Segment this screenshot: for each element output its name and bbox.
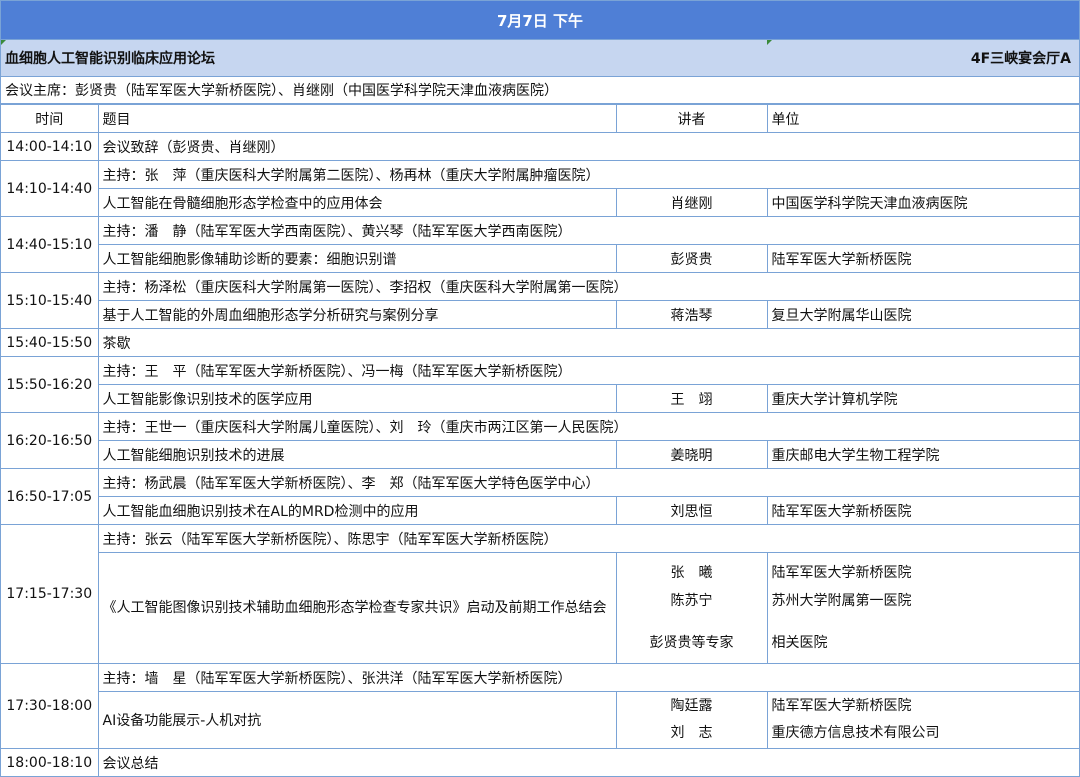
- unit-name: 相关医院: [771, 635, 828, 651]
- host-cell: 主持：王 平（陆军军医大学新桥医院）、冯一梅（陆军军医大学新桥医院）: [97, 356, 1079, 385]
- host-cell: 主持：潘 静（陆军军医大学西南医院）、黄兴琴（陆军军医大学西南医院）: [97, 216, 1079, 245]
- time-cell: 15:40-15:50: [1, 328, 99, 357]
- speaker-cell: 张 曦 陈苏宁 彭贤贵等专家: [615, 552, 768, 664]
- host-cell: 主持：王世一（重庆医科大学附属儿童医院）、刘 玲（重庆市两江区第一人民医院）: [97, 412, 1079, 441]
- col-header-speaker: 讲者: [615, 104, 768, 133]
- topic-cell: 会议致辞（彭贤贵、肖继刚）: [97, 132, 1079, 161]
- table-row: AI设备功能展示-人机对抗 陶廷露 刘 志 陆军军医大学新桥医院 重庆德方信息技…: [1, 691, 1079, 749]
- forum-location: 4F三峡宴会厅A: [970, 51, 1071, 67]
- topic-cell: 基于人工智能的外周血细胞形态学分析研究与案例分享: [98, 300, 617, 329]
- speaker-cell: 王 翊: [615, 384, 768, 413]
- host-cell: 主持：张 萍（重庆医科大学附属第二医院）、杨再林（重庆大学附属肿瘤医院）: [97, 160, 1079, 189]
- table-row: 17:30-18:00 主持：墙 星（陆军军医大学新桥医院）、张洪洋（陆军军医大…: [1, 663, 1079, 749]
- table-row: 人工智能在骨髓细胞形态学检查中的应用体会 肖继刚 中国医学科学院天津血液病医院: [1, 188, 1079, 217]
- time-cell: 14:10-14:40: [1, 160, 99, 217]
- chairs-line: 会议主席：彭贤贵（陆军军医大学新桥医院）、肖继刚（中国医学科学院天津血液病医院）: [1, 77, 1079, 104]
- host-cell: 主持：杨武晨（陆军军医大学新桥医院）、李 郑（陆军军医大学特色医学中心）: [97, 468, 1079, 497]
- unit-name: 苏州大学附属第一医院: [771, 593, 912, 609]
- topic-cell: 人工智能细胞影像辅助诊断的要素：细胞识别谱: [98, 244, 617, 273]
- unit-cell: 陆军军医大学新桥医院 苏州大学附属第一医院 相关医院: [766, 552, 1079, 664]
- table-row: 14:40-15:10 主持：潘 静（陆军军医大学西南医院）、黄兴琴（陆军军医大…: [1, 216, 1079, 273]
- time-cell: 14:40-15:10: [1, 216, 99, 273]
- unit-cell: 陆军军医大学新桥医院 重庆德方信息技术有限公司: [766, 691, 1079, 749]
- time-cell: 16:50-17:05: [1, 468, 99, 525]
- table-row: 14:00-14:10 会议致辞（彭贤贵、肖继刚）: [1, 132, 1079, 161]
- forum-header: 血细胞人工智能识别临床应用论坛 4F三峡宴会厅A: [1, 40, 1079, 77]
- host-cell: 主持：张云（陆军军医大学新桥医院）、陈思宇（陆军军医大学新桥医院）: [97, 524, 1079, 553]
- topic-cell: 《人工智能图像识别技术辅助血细胞形态学检查专家共识》启动及前期工作总结会: [98, 552, 617, 664]
- schedule-page: 7月7日 下午 血细胞人工智能识别临床应用论坛 4F三峡宴会厅A 会议主席：彭贤…: [0, 0, 1080, 777]
- table-row: 人工智能细胞影像辅助诊断的要素：细胞识别谱 彭贤贵 陆军军医大学新桥医院: [1, 244, 1079, 273]
- table-row: 人工智能影像识别技术的医学应用 王 翊 重庆大学计算机学院: [1, 384, 1079, 413]
- host-cell: 主持：杨泽松（重庆医科大学附属第一医院）、李招权（重庆医科大学附属第一医院）: [97, 272, 1079, 301]
- time-cell: 17:15-17:30: [1, 524, 99, 664]
- unit-name: 陆军军医大学新桥医院: [771, 698, 912, 714]
- table-row: 17:15-17:30 主持：张云（陆军军医大学新桥医院）、陈思宇（陆军军医大学…: [1, 524, 1079, 664]
- unit-name: 重庆德方信息技术有限公司: [771, 725, 940, 741]
- speaker-name: 彭贤贵等专家: [649, 635, 734, 651]
- table-row: 人工智能细胞识别技术的进展 姜晓明 重庆邮电大学生物工程学院: [1, 440, 1079, 469]
- speaker-cell: 蒋浩琴: [615, 300, 768, 329]
- table-row: 16:50-17:05 主持：杨武晨（陆军军医大学新桥医院）、李 郑（陆军军医大…: [1, 468, 1079, 525]
- host-cell: 主持：墙 星（陆军军医大学新桥医院）、张洪洋（陆军军医大学新桥医院）: [97, 663, 1079, 692]
- unit-cell: 中国医学科学院天津血液病医院: [766, 188, 1079, 217]
- time-cell: 18:00-18:10: [1, 748, 99, 776]
- topic-cell: 会议总结: [97, 748, 1079, 776]
- col-header-topic: 题目: [97, 104, 617, 133]
- unit-cell: 重庆大学计算机学院: [766, 384, 1079, 413]
- table-row: 14:10-14:40 主持：张 萍（重庆医科大学附属第二医院）、杨再林（重庆大…: [1, 160, 1079, 217]
- table-row: 15:40-15:50 茶歇: [1, 328, 1079, 357]
- speaker-cell: 姜晓明: [615, 440, 768, 469]
- topic-cell: AI设备功能展示-人机对抗: [98, 691, 617, 749]
- schedule-table: 时间 题目 讲者 单位 14:00-14:10 会议致辞（彭贤贵、肖继刚） 14…: [1, 104, 1079, 776]
- unit-cell: 陆军军医大学新桥医院: [766, 244, 1079, 273]
- time-cell: 17:30-18:00: [1, 663, 99, 749]
- time-cell: 15:50-16:20: [1, 356, 99, 413]
- speaker-name: 陈苏宁: [670, 593, 713, 609]
- table-row: 《人工智能图像识别技术辅助血细胞形态学检查专家共识》启动及前期工作总结会 张 曦…: [1, 552, 1079, 664]
- table-row: 18:00-18:10 会议总结: [1, 748, 1079, 776]
- col-header-time: 时间: [1, 104, 99, 133]
- speaker-cell: 刘思恒: [615, 496, 768, 525]
- table-row: 15:10-15:40 主持：杨泽松（重庆医科大学附属第一医院）、李招权（重庆医…: [1, 272, 1079, 329]
- chairs-text: 会议主席：彭贤贵（陆军军医大学新桥医院）、肖继刚（中国医学科学院天津血液病医院）: [5, 83, 558, 99]
- unit-name: 陆军军医大学新桥医院: [771, 565, 912, 581]
- unit-cell: 重庆邮电大学生物工程学院: [766, 440, 1079, 469]
- col-header-unit: 单位: [766, 104, 1079, 133]
- speaker-name: 张 曦: [670, 565, 713, 581]
- forum-title: 血细胞人工智能识别临床应用论坛: [5, 51, 215, 67]
- speaker-cell: 彭贤贵: [615, 244, 768, 273]
- corner-marker-icon: [1, 40, 6, 45]
- topic-cell: 人工智能影像识别技术的医学应用: [98, 384, 617, 413]
- unit-cell: 复旦大学附属华山医院: [766, 300, 1079, 329]
- table-header-row: 时间 题目 讲者 单位: [1, 104, 1079, 133]
- speaker-cell: 肖继刚: [615, 188, 768, 217]
- topic-cell: 人工智能细胞识别技术的进展: [98, 440, 617, 469]
- table-row: 人工智能血细胞识别技术在AL的MRD检测中的应用 刘思恒 陆军军医大学新桥医院: [1, 496, 1079, 525]
- date-header: 7月7日 下午: [1, 1, 1079, 40]
- speaker-name: 刘 志: [670, 725, 713, 741]
- table-row: 15:50-16:20 主持：王 平（陆军军医大学新桥医院）、冯一梅（陆军军医大…: [1, 356, 1079, 413]
- table-row: 基于人工智能的外周血细胞形态学分析研究与案例分享 蒋浩琴 复旦大学附属华山医院: [1, 300, 1079, 329]
- date-label: 7月7日 下午: [496, 11, 584, 30]
- speaker-name: 陶廷露: [670, 698, 713, 714]
- time-cell: 16:20-16:50: [1, 412, 99, 469]
- unit-cell: 陆军军医大学新桥医院: [766, 496, 1079, 525]
- speaker-cell: 陶廷露 刘 志: [615, 691, 768, 749]
- topic-cell: 人工智能血细胞识别技术在AL的MRD检测中的应用: [98, 496, 617, 525]
- topic-cell: 茶歇: [97, 328, 1079, 357]
- corner-marker-icon: [767, 40, 772, 45]
- time-cell: 15:10-15:40: [1, 272, 99, 329]
- topic-cell: 人工智能在骨髓细胞形态学检查中的应用体会: [98, 188, 617, 217]
- time-cell: 14:00-14:10: [1, 132, 99, 161]
- table-row: 16:20-16:50 主持：王世一（重庆医科大学附属儿童医院）、刘 玲（重庆市…: [1, 412, 1079, 469]
